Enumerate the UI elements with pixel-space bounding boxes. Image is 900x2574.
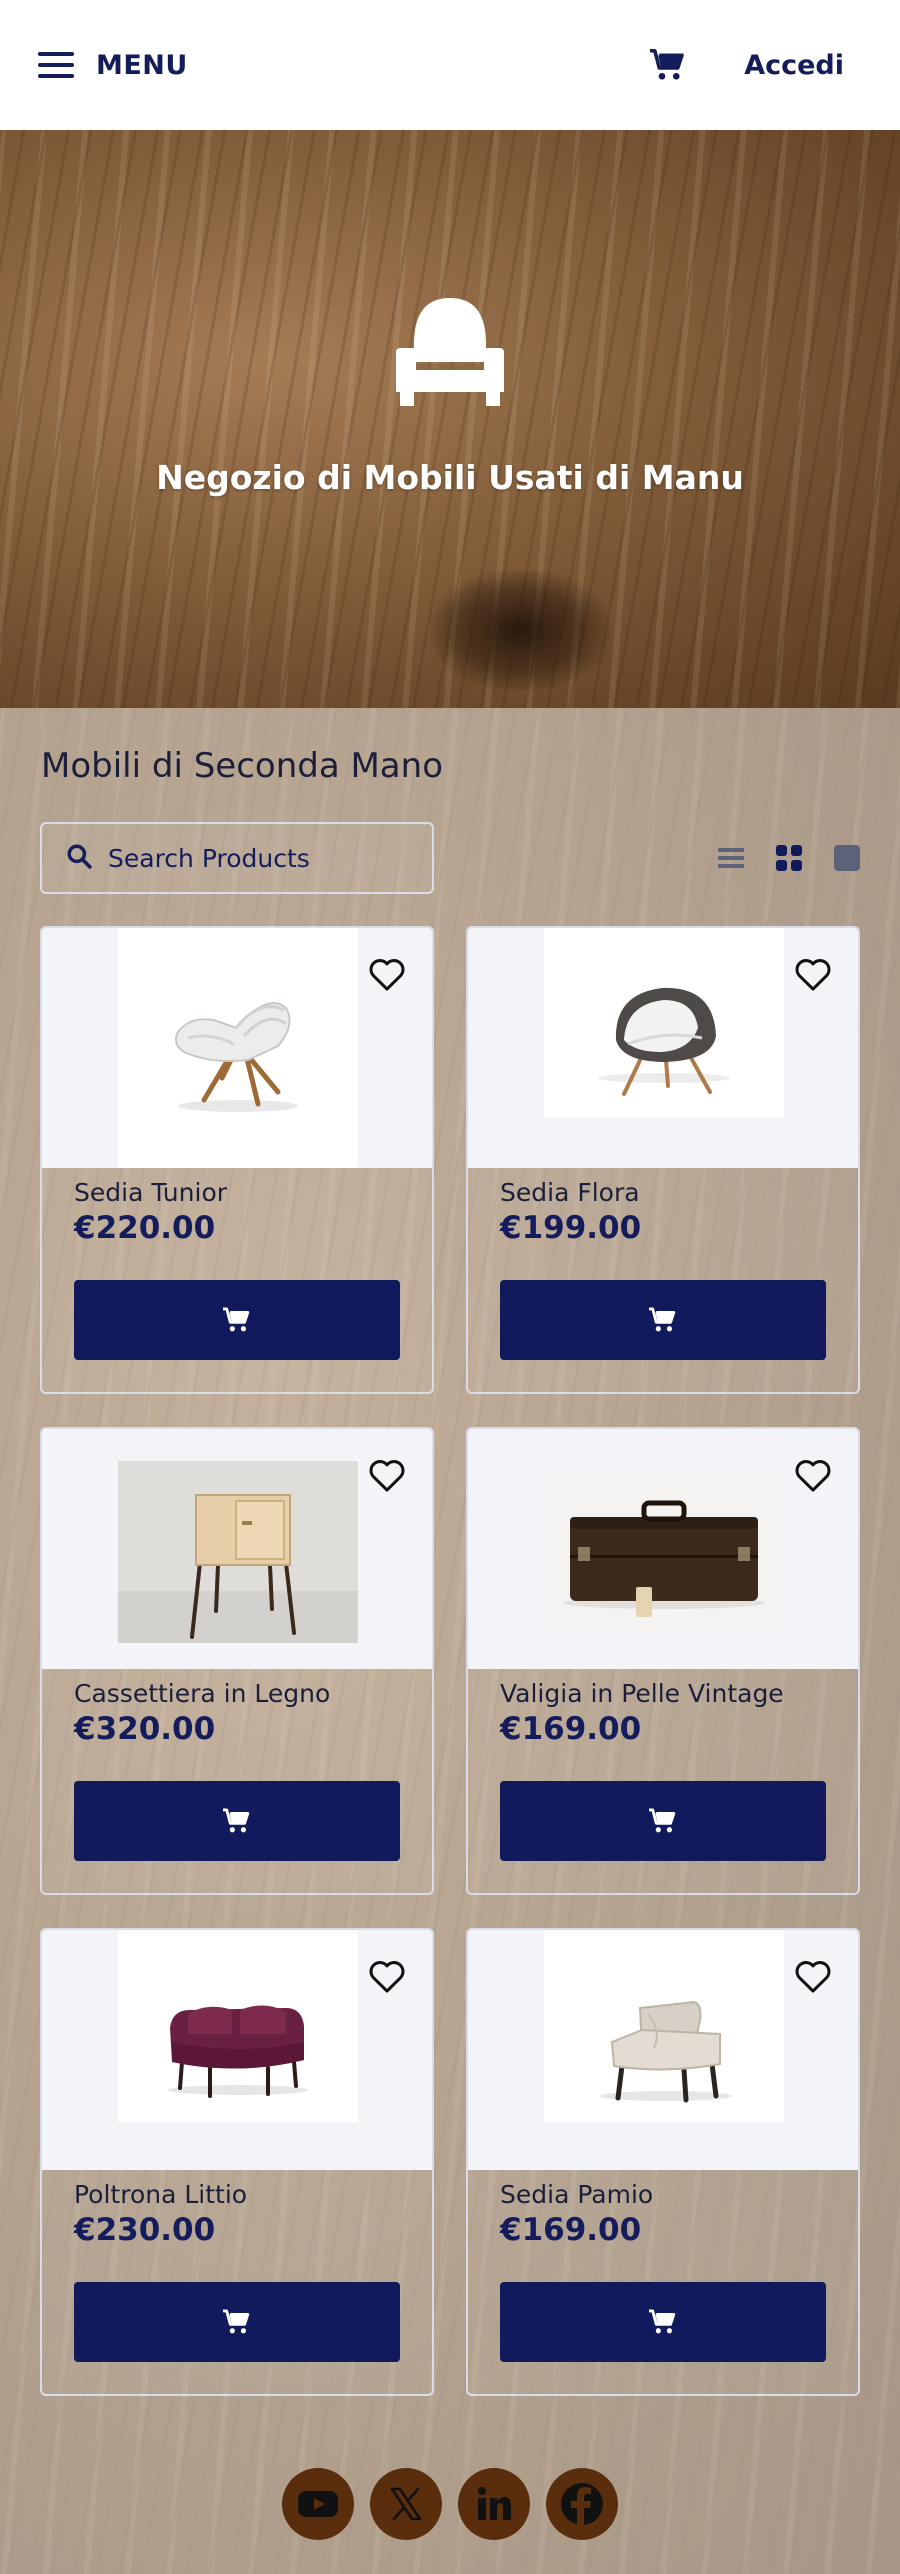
social-links [0,2468,900,2540]
cart-icon[interactable] [650,48,686,82]
menu-icon [38,52,74,78]
heart-icon[interactable] [368,1457,406,1497]
youtube-icon[interactable] [282,2468,354,2540]
add-to-cart-button[interactable] [74,1781,400,1861]
product-price: €320.00 [74,1711,216,1747]
product-card[interactable]: Cassettiera in Legno €320.00 [40,1427,434,1895]
add-to-cart-button[interactable] [500,1781,826,1861]
product-photo [544,1930,784,2122]
product-photo [118,1930,358,2122]
chair-logo-icon [394,292,506,412]
menu-label: MENU [96,49,188,81]
cart-icon [649,2309,676,2334]
product-name: Sedia Flora [500,1178,640,1207]
product-card[interactable]: Poltrona Littio €230.00 [40,1928,434,2396]
product-card[interactable]: Valigia in Pelle Vintage €169.00 [466,1427,860,1895]
product-price: €169.00 [500,2212,642,2248]
add-to-cart-button[interactable] [74,1280,400,1360]
top-header: MENU Accedi [0,0,900,130]
cart-icon [649,1808,676,1833]
product-photo [544,1471,784,1631]
view-toggle [718,845,860,875]
product-photo [544,928,784,1118]
product-card[interactable]: Sedia Pamio €169.00 [466,1928,860,2396]
menu-button[interactable]: MENU [38,50,188,81]
product-price: €220.00 [74,1210,216,1246]
single-view-icon[interactable] [834,845,860,875]
cart-icon [223,2309,250,2334]
cart-icon [223,1808,250,1833]
header-actions: Accedi [650,48,844,82]
heart-icon[interactable] [794,1457,832,1497]
heart-icon[interactable] [368,1958,406,1998]
product-price: €199.00 [500,1210,642,1246]
product-name: Sedia Pamio [500,2180,654,2209]
heart-icon[interactable] [794,1958,832,1998]
linkedin-icon[interactable] [458,2468,530,2540]
product-card[interactable]: Sedia Tunior €220.00 [40,926,434,1394]
add-to-cart-button[interactable] [500,1280,826,1360]
product-photo [118,1461,358,1643]
product-price: €230.00 [74,2212,216,2248]
heart-icon[interactable] [794,956,832,996]
product-name: Cassettiera in Legno [74,1679,331,1708]
product-card[interactable]: Sedia Flora €199.00 [466,926,860,1394]
product-name: Valigia in Pelle Vintage [500,1679,784,1708]
grid-view-icon[interactable] [776,845,802,875]
add-to-cart-button[interactable] [500,2282,826,2362]
shop-title: Negozio di Mobili Usati di Manu [156,457,744,497]
login-link[interactable]: Accedi [744,50,844,81]
product-name: Poltrona Littio [74,2180,248,2209]
search-icon [66,843,92,873]
product-name: Sedia Tunior [74,1178,228,1207]
x-icon[interactable] [370,2468,442,2540]
add-to-cart-button[interactable] [74,2282,400,2362]
product-photo [118,928,358,1168]
hero-banner: Negozio di Mobili Usati di Manu [0,130,900,708]
section-title: Mobili di Seconda Mano [41,746,443,786]
product-section: Mobili di Seconda Mano Search Products S… [0,708,900,2574]
product-price: €169.00 [500,1711,642,1747]
facebook-icon[interactable] [546,2468,618,2540]
cart-icon [223,1307,250,1332]
cart-icon [649,1307,676,1332]
list-view-icon[interactable] [718,847,744,873]
search-box[interactable] [40,822,434,894]
heart-icon[interactable] [368,956,406,996]
search-input[interactable] [108,843,408,873]
